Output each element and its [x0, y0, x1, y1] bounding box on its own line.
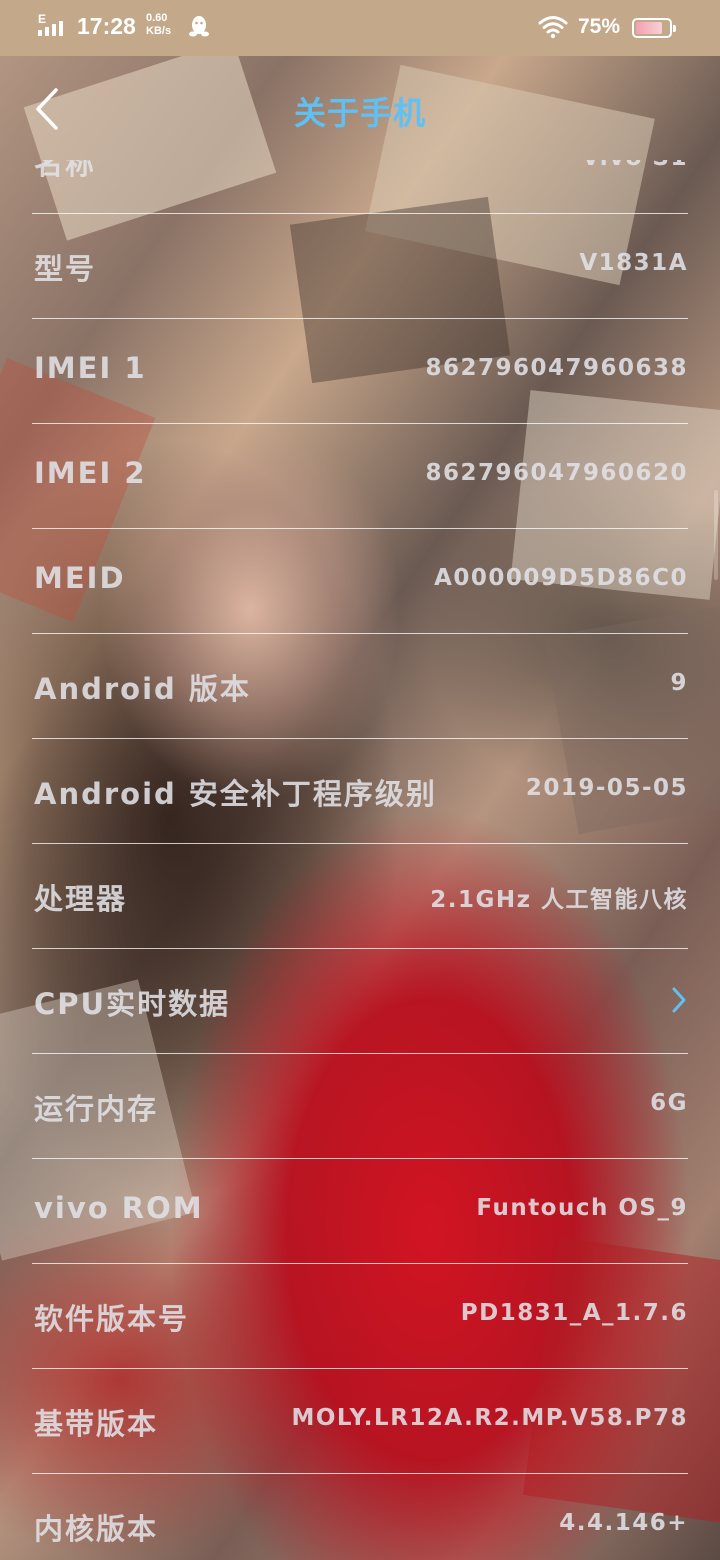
battery-percent: 75% [578, 15, 621, 38]
row-android-version: Android 版本 9 [32, 634, 688, 739]
row-value: A000009D5D86C0 [434, 565, 688, 591]
battery-icon [632, 18, 676, 38]
speed-value: 0.60 [146, 12, 168, 24]
row-name: 名称 vivo S1 [32, 160, 688, 214]
row-software-version: 软件版本号 PD1831_A_1.7.6 [32, 1264, 688, 1369]
row-value: MOLY.LR12A.R2.MP.V58.P78 [291, 1405, 688, 1431]
row-value: vivo S1 [583, 160, 688, 171]
row-cpu-realtime[interactable]: CPU实时数据 [32, 949, 688, 1054]
row-label: 处理器 [34, 882, 128, 916]
row-label: 型号 [34, 252, 97, 286]
row-label: 软件版本号 [34, 1302, 190, 1336]
row-rom: vivo ROM Funtouch OS_9 [32, 1159, 688, 1264]
scrollbar[interactable] [714, 490, 718, 580]
row-security-patch: Android 安全补丁程序级别 2019-05-05 [32, 739, 688, 844]
page-title: 关于手机 [293, 94, 426, 132]
row-label: vivo ROM [34, 1191, 204, 1225]
row-value: 6G [650, 1090, 688, 1116]
network-speed: 0.60 KB/s [146, 12, 171, 38]
row-label: 基带版本 [34, 1407, 159, 1441]
row-label: IMEI 1 [34, 351, 147, 385]
row-model: 型号 V1831A [32, 214, 688, 319]
row-label: Android 安全补丁程序级别 [34, 777, 437, 811]
row-label: 运行内存 [34, 1092, 159, 1126]
row-imei-1: IMEI 1 862796047960638 [32, 319, 688, 424]
row-label: CPU实时数据 [34, 987, 231, 1021]
row-label: MEID [34, 561, 126, 595]
row-label: 内核版本 [34, 1512, 159, 1546]
row-label: Android 版本 [34, 672, 251, 706]
info-list[interactable]: 名称 vivo S1 型号 V1831A IMEI 1 862796047960… [0, 160, 720, 1560]
row-value: 862796047960638 [425, 355, 688, 381]
clock: 17:28 [77, 13, 136, 39]
row-value: 9 [670, 670, 688, 696]
row-value: 862796047960620 [425, 460, 688, 486]
row-value: Funtouch OS_9 [476, 1195, 688, 1221]
about-phone-screen: E 17:28 0.60 KB/s 75% 关于手机 名称 型号 V1831A … [0, 0, 720, 1560]
row-value: 2.1GHz 人工智能八核 [430, 887, 688, 913]
chevron-right-icon [672, 987, 686, 1013]
row-imei-2: IMEI 2 862796047960620 [32, 424, 688, 529]
row-ram: 运行内存 6G [32, 1054, 688, 1159]
network-type: E [38, 12, 47, 26]
qq-icon [189, 16, 209, 37]
row-value: 4.4.146+ [559, 1510, 688, 1536]
row-baseband-version: 基带版本 MOLY.LR12A.R2.MP.V58.P78 [32, 1369, 688, 1474]
status-bar: E 17:28 0.60 KB/s 75% [0, 0, 720, 56]
row-processor: 处理器 2.1GHz 人工智能八核 [32, 844, 688, 949]
speed-unit: KB/s [146, 25, 172, 37]
row-label: 名称 [34, 160, 97, 181]
row-value: PD1831_A_1.7.6 [460, 1300, 688, 1326]
signal-icon: E [38, 12, 72, 38]
wifi-icon [538, 16, 568, 39]
title-bar: 关于手机 [0, 56, 720, 160]
row-value: V1831A [579, 250, 688, 276]
row-meid: MEID A000009D5D86C0 [32, 529, 688, 634]
row-label: IMEI 2 [34, 456, 147, 490]
row-kernel-version: 内核版本 4.4.146+ [32, 1474, 688, 1560]
row-value: 2019-05-05 [525, 775, 688, 801]
